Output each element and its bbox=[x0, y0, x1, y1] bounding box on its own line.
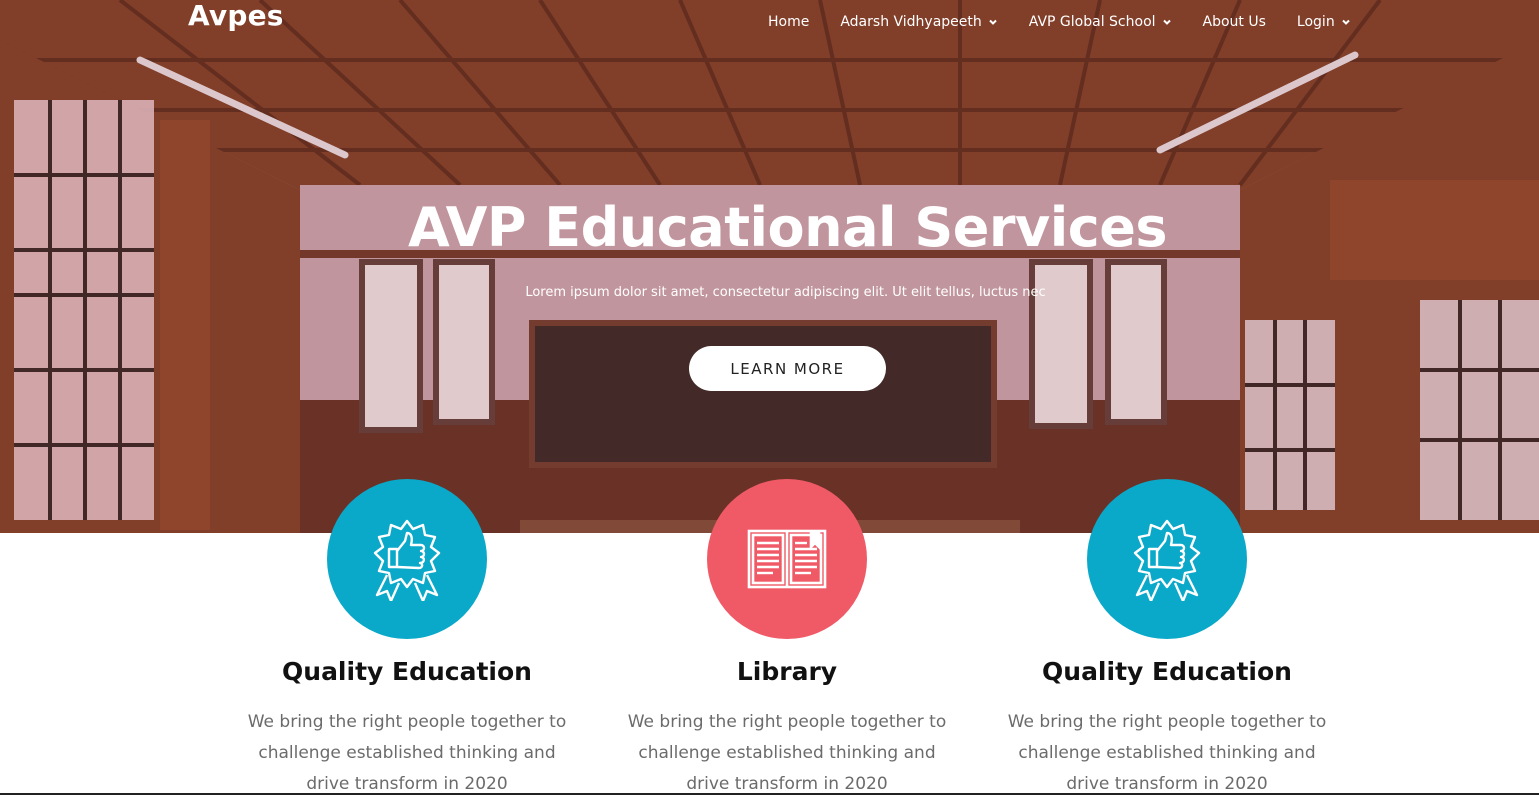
feature-icon-circle bbox=[327, 479, 487, 639]
nav-item-home[interactable]: Home bbox=[768, 14, 809, 30]
hero-subtitle: Lorem ipsum dolor sit amet, consectetur … bbox=[525, 285, 1046, 300]
chevron-down-icon bbox=[1341, 19, 1350, 25]
learn-more-button[interactable]: LEARN MORE bbox=[689, 346, 886, 391]
nav-item-label: About Us bbox=[1202, 14, 1266, 30]
feature-title: Library bbox=[736, 657, 838, 686]
hero-section bbox=[0, 0, 1539, 533]
nav-item-label: Adarsh Vidhyapeeth bbox=[840, 14, 982, 30]
feature-library: Library We bring the right people togeth… bbox=[597, 479, 977, 800]
feature-quality-education: Quality Education We bring the right peo… bbox=[217, 479, 597, 800]
feature-title: Quality Education bbox=[282, 657, 532, 686]
hero-overlay bbox=[0, 0, 1539, 533]
site-logo[interactable]: Avpes bbox=[188, 0, 284, 32]
thumbs-up-badge-icon bbox=[373, 519, 441, 601]
nav-item-login[interactable]: Login bbox=[1297, 14, 1351, 30]
chevron-down-icon bbox=[1162, 19, 1171, 25]
feature-icon-circle bbox=[707, 479, 867, 639]
nav-item-adarsh-vidhyapeeth[interactable]: Adarsh Vidhyapeeth bbox=[840, 14, 997, 30]
nav-item-label: Home bbox=[768, 14, 810, 30]
feature-description: We bring the right people together to ch… bbox=[247, 712, 567, 794]
feature-description: We bring the right people together to ch… bbox=[627, 712, 947, 794]
feature-quality-education-2: Quality Education We bring the right peo… bbox=[977, 479, 1357, 800]
open-book-icon bbox=[747, 529, 827, 589]
hero-title: AVP Educational Services bbox=[408, 196, 1167, 259]
nav-item-about-us[interactable]: About Us bbox=[1203, 14, 1266, 30]
chevron-down-icon bbox=[989, 19, 997, 25]
nav-item-label: Login bbox=[1296, 14, 1335, 30]
thumbs-up-badge-icon bbox=[1133, 519, 1201, 601]
nav-item-avp-global-school[interactable]: AVP Global School bbox=[1029, 14, 1172, 30]
main-nav: Home Adarsh Vidhyapeeth AVP Global Schoo… bbox=[768, 12, 1351, 32]
nav-item-label: AVP Global School bbox=[1028, 14, 1156, 30]
feature-title: Quality Education bbox=[1042, 657, 1292, 686]
feature-description: We bring the right people together to ch… bbox=[1007, 712, 1327, 794]
feature-icon-circle bbox=[1087, 479, 1247, 639]
